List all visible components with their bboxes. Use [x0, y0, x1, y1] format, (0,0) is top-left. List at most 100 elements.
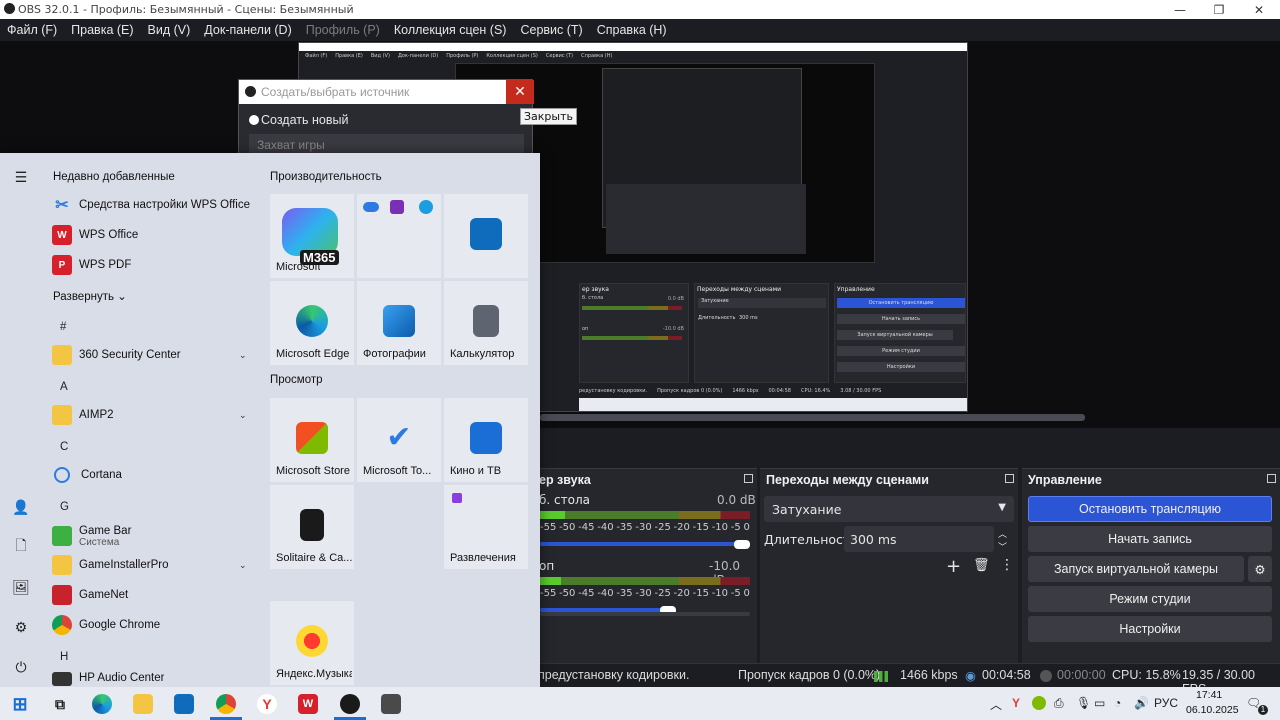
pictures-icon[interactable]: 🖼	[12, 578, 30, 596]
stepper-up-icon[interactable]: ︿	[998, 527, 1007, 540]
chevron-down-icon[interactable]: ⌄	[239, 410, 247, 421]
tile-office-group[interactable]	[357, 194, 441, 278]
group-letter[interactable]: G	[60, 501, 69, 513]
windows-start-icon[interactable]: ⊞	[10, 694, 30, 714]
stop-streaming-button[interactable]: Остановить трансляцию	[1028, 496, 1272, 522]
menu-edit[interactable]: Правка (E)	[64, 23, 140, 37]
start-recording-button[interactable]: Начать запись	[1028, 526, 1272, 552]
menu-docks[interactable]: Док-панели (D)	[197, 23, 298, 37]
app-label: 360 Security Center	[79, 349, 181, 361]
chrome-taskbar-icon[interactable]	[216, 694, 236, 714]
hamburger-menu-icon[interactable]: ☰	[12, 168, 30, 186]
game-bar-icon	[52, 526, 72, 546]
tile-movies-tv[interactable]: Кино и ТВ	[444, 398, 528, 482]
battery-icon[interactable]: ▭	[1094, 696, 1105, 710]
close-icon[interactable]: ✕	[1240, 0, 1278, 19]
clock-date[interactable]: 06.10.2025	[1186, 704, 1239, 716]
language-indicator[interactable]: РУС	[1154, 696, 1178, 710]
stepper-down-icon[interactable]: ﹀	[998, 540, 1007, 553]
tile-microsoft-365[interactable]: M365 Microsoft 365	[270, 194, 354, 278]
yandex-browser-icon[interactable]: Y	[257, 694, 277, 714]
maximize-icon[interactable]: ❐	[1200, 0, 1238, 19]
channel-desktop-volume-slider[interactable]	[540, 542, 738, 546]
tray-app-icon[interactable]	[1032, 696, 1046, 710]
trash-icon[interactable]: 🗑	[973, 558, 990, 573]
menu-profile[interactable]: Профиль (P)	[299, 23, 387, 37]
tile-solitaire[interactable]: Solitaire & Ca...	[270, 485, 354, 569]
file-explorer-icon[interactable]	[133, 694, 153, 714]
group-letter[interactable]: H	[60, 651, 68, 663]
group-letter[interactable]: #	[60, 321, 66, 333]
tray-overflow-icon[interactable]: ︿	[990, 696, 1002, 713]
add-transition-icon[interactable]: +	[946, 556, 961, 577]
skype-icon	[419, 200, 433, 214]
outlook-taskbar-icon[interactable]	[174, 694, 194, 714]
minimize-icon[interactable]: —	[1161, 0, 1199, 19]
documents-icon[interactable]: 🗋	[12, 537, 30, 556]
tile-entertainment[interactable]: Развлечения	[444, 485, 528, 569]
shield-app-icon[interactable]	[381, 694, 401, 714]
duration-input[interactable]: 300 ms	[844, 526, 994, 552]
app-hp-audio-center[interactable]: HP Audio Center	[52, 672, 164, 686]
volume-icon[interactable]: 🔊	[1134, 696, 1149, 710]
camera-tray-icon[interactable]: ⎙	[1054, 696, 1064, 711]
chevron-down-icon[interactable]: ⌄	[239, 350, 247, 361]
app-game-bar[interactable]: Game Bar Система	[52, 521, 131, 551]
tile-calculator[interactable]: Калькулятор	[444, 281, 528, 365]
settings-button[interactable]: Настройки	[1028, 616, 1272, 642]
start-virtual-camera-button[interactable]: Запуск виртуальной камеры	[1028, 556, 1244, 582]
popup-close-button[interactable]: ✕	[506, 80, 534, 104]
microphone-tray-icon[interactable]: 🎙	[1076, 696, 1091, 710]
app-google-chrome[interactable]: Google Chrome	[52, 612, 160, 638]
tile-yandex-music[interactable]: Яндекс.Музыка	[270, 601, 354, 685]
app-wps-settings[interactable]: ✂ Средства настройки WPS Office	[52, 192, 250, 218]
menu-help[interactable]: Справка (H)	[590, 23, 674, 37]
tile-microsoft-todo[interactable]: ✔ Microsoft To...	[357, 398, 441, 482]
task-view-icon[interactable]: ⧉	[50, 694, 70, 714]
user-icon[interactable]: 👤	[12, 498, 30, 516]
source-search-input[interactable]: Создать/выбрать источник	[239, 80, 532, 104]
obs-taskbar-icon[interactable]	[340, 694, 360, 714]
tile-outlook[interactable]	[444, 194, 528, 278]
wps-taskbar-icon[interactable]: W	[298, 694, 318, 714]
app-wps-pdf[interactable]: P WPS PDF	[52, 252, 131, 278]
app-label: WPS PDF	[79, 259, 132, 271]
wifi-icon[interactable]: ◔	[1114, 696, 1121, 710]
preview-scrollbar[interactable]	[540, 414, 1085, 421]
nested-menu-item: Справка (H)	[581, 53, 613, 59]
chevron-down-icon[interactable]: ⌄	[239, 560, 247, 571]
virtual-camera-settings-gear-icon[interactable]: ⚙	[1248, 556, 1272, 582]
dock-float-icon[interactable]	[1005, 474, 1014, 483]
edge-taskbar-icon[interactable]	[92, 694, 112, 714]
wps-pdf-icon: P	[52, 255, 72, 275]
transition-selected-value: Затухание	[772, 501, 842, 517]
tile-photos[interactable]: Фотографии	[357, 281, 441, 365]
tile-microsoft-store[interactable]: Microsoft Store	[270, 398, 354, 482]
transition-select[interactable]: Затухание ▼	[764, 496, 1014, 522]
tile-edge[interactable]: Microsoft Edge	[270, 281, 354, 365]
menu-tools[interactable]: Сервис (T)	[513, 23, 589, 37]
expand-button[interactable]: Развернуть ⌄	[53, 289, 127, 303]
dock-float-icon[interactable]	[1267, 474, 1276, 483]
group-letter[interactable]: C	[60, 441, 68, 453]
app-gameinstallerpro[interactable]: GameInstallerPro	[52, 552, 168, 578]
settings-gear-icon[interactable]: ⚙	[12, 618, 30, 636]
more-vert-icon[interactable]: ⋮	[1000, 557, 1014, 573]
app-360-security[interactable]: 360 Security Center	[52, 342, 181, 368]
app-aimp2[interactable]: AIMP2	[52, 402, 114, 428]
clock-time[interactable]: 17:41	[1196, 689, 1222, 701]
app-cortana[interactable]: Cortana	[52, 462, 122, 488]
yandex-tray-icon[interactable]: Y	[1012, 696, 1020, 710]
app-gamenet[interactable]: GameNet	[52, 582, 128, 608]
channel-desktop-volume-knob[interactable]	[734, 540, 750, 549]
studio-mode-button[interactable]: Режим студии	[1028, 586, 1272, 612]
power-icon[interactable]: ⏻	[12, 658, 30, 676]
menu-file[interactable]: Файл (F)	[0, 23, 64, 37]
app-wps-office[interactable]: W WPS Office	[52, 222, 138, 248]
dock-float-icon[interactable]	[744, 474, 753, 483]
create-new-radio[interactable]: Создать новый	[249, 113, 348, 127]
menu-scene-collection[interactable]: Коллекция сцен (S)	[387, 23, 514, 37]
menu-view[interactable]: Вид (V)	[141, 23, 198, 37]
status-message: предустановку кодировки.	[538, 668, 690, 682]
group-letter[interactable]: A	[60, 381, 68, 393]
